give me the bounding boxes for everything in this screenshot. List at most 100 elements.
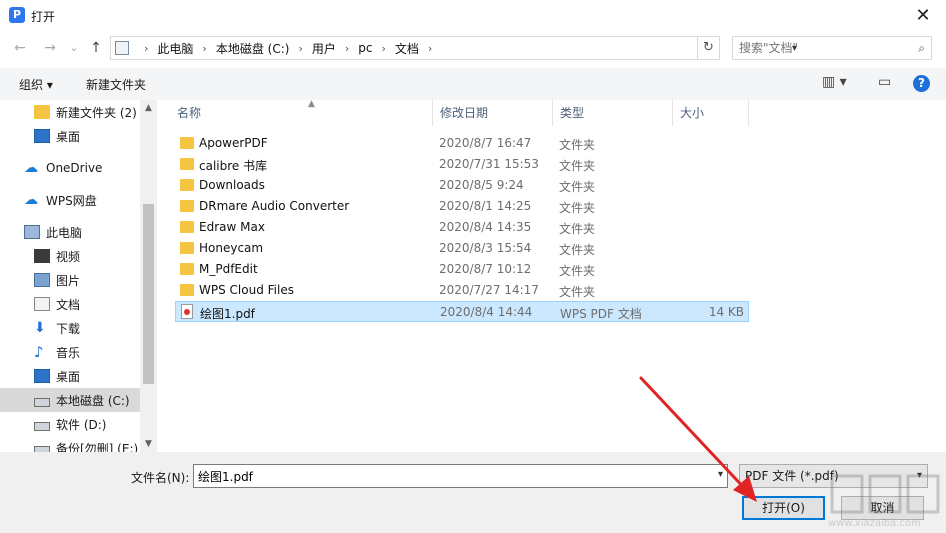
chevron-right-icon: › — [344, 41, 350, 55]
table-row[interactable]: Edraw Max 2020/8/4 14:35 文件夹 — [175, 217, 749, 238]
table-row[interactable]: DRmare Audio Converter 2020/8/1 14:25 文件… — [175, 196, 749, 217]
table-row[interactable]: calibre 书库 2020/7/31 15:53 文件夹 — [175, 154, 749, 175]
desktop-icon — [34, 369, 50, 383]
sidebar-item-this-pc[interactable]: 此电脑 — [0, 220, 140, 244]
column-header-date[interactable]: 修改日期 — [433, 100, 553, 126]
address-bar[interactable]: › 此电脑 › 本地磁盘 (C:) › 用户 › pc › 文档 › ▾ — [110, 36, 797, 60]
sidebar-item-label: 备份[勿删] (E:) — [56, 441, 139, 453]
sidebar-item-documents[interactable]: 文档 — [0, 292, 140, 316]
filename-field[interactable] — [194, 465, 704, 487]
search-input[interactable] — [733, 37, 903, 59]
folder-icon — [180, 137, 194, 149]
filename-combobox: ▾ — [193, 464, 728, 488]
sidebar-item-new-folder-2[interactable]: 新建文件夹 (2) — [0, 100, 140, 124]
new-folder-button[interactable]: 新建文件夹 — [86, 76, 146, 93]
back-button[interactable]: ← — [10, 38, 30, 58]
breadcrumb-this-pc[interactable]: 此电脑 — [157, 40, 193, 57]
scroll-down-icon[interactable]: ▼ — [140, 439, 157, 449]
sidebar-item-label: 新建文件夹 (2) — [56, 105, 137, 120]
sidebar-item-pictures[interactable]: 图片 — [0, 268, 140, 292]
change-view-button[interactable]: ▥ ▾ — [822, 74, 847, 90]
sidebar-item-desktop-2[interactable]: 桌面 — [0, 364, 140, 388]
chevron-right-icon: › — [202, 41, 207, 55]
table-row[interactable]: ApowerPDF 2020/8/7 16:47 文件夹 — [175, 133, 749, 154]
column-header-size[interactable]: 大小 — [673, 100, 749, 126]
command-bar: 组织 ▾ 新建文件夹 ▥ ▾ ▭ ? — [0, 68, 946, 100]
desktop-icon — [34, 129, 50, 143]
scroll-up-icon[interactable]: ▲ — [140, 103, 157, 113]
cloud-icon: ☁ — [24, 160, 38, 176]
folder-icon — [180, 263, 194, 275]
sidebar-item-desktop[interactable]: 桌面 — [0, 124, 140, 148]
folder-icon — [180, 284, 194, 296]
column-header-type[interactable]: 类型 — [553, 100, 673, 126]
table-row[interactable]: WPS Cloud Files 2020/7/27 14:17 文件夹 — [175, 280, 749, 301]
table-row[interactable]: M_PdfEdit 2020/8/7 10:12 文件夹 — [175, 259, 749, 280]
drive-icon — [34, 421, 50, 431]
sidebar-item-label: 音乐 — [56, 345, 81, 360]
scrollbar-thumb[interactable] — [143, 204, 154, 384]
folder-icon — [180, 221, 194, 233]
sidebar-item-drive-d[interactable]: 软件 (D:) — [0, 412, 140, 436]
refresh-button[interactable]: ↻ — [698, 36, 720, 60]
chevron-right-icon: › — [298, 41, 303, 55]
navigation-bar: ← → ⌄ ↑ › 此电脑 › 本地磁盘 (C:) › 用户 › pc › 文档… — [0, 34, 946, 62]
close-button[interactable]: ✕ — [900, 0, 946, 32]
forward-button[interactable]: → — [40, 38, 60, 58]
sidebar-item-videos[interactable]: 视频 — [0, 244, 140, 268]
table-row[interactable]: Downloads 2020/8/5 9:24 文件夹 — [175, 175, 749, 196]
help-button[interactable]: ? — [913, 75, 930, 92]
search-box: ⌕ — [732, 36, 932, 60]
sidebar-item-music[interactable]: ♪ 音乐 — [0, 340, 140, 364]
chevron-right-icon: › — [427, 41, 433, 55]
column-header-name[interactable]: ▲ 名称 — [170, 99, 433, 126]
pdf-file-icon — [181, 304, 193, 319]
breadcrumb-pc[interactable]: pc — [358, 41, 372, 55]
wps-app-icon: P — [9, 7, 25, 23]
sidebar-item-local-disk-c[interactable]: 本地磁盘 (C:) — [0, 388, 140, 412]
chevron-right-icon: › — [144, 41, 149, 55]
window-title: 打开 — [31, 10, 56, 24]
sidebar-item-label: OneDrive — [46, 161, 103, 175]
sidebar-item-label: 文档 — [56, 297, 81, 312]
watermark-url: www.xiazaiba.com — [828, 518, 921, 529]
music-icon: ♪ — [34, 343, 44, 361]
document-icon — [34, 297, 50, 311]
up-button[interactable]: ↑ — [86, 38, 106, 58]
breadcrumb: › 此电脑 › 本地磁盘 (C:) › 用户 › pc › 文档 › — [135, 37, 441, 59]
sidebar-item-label: 图片 — [56, 273, 81, 288]
video-icon — [34, 249, 50, 263]
sidebar-item-wps-cloud[interactable]: ☁ WPS网盘 — [0, 188, 140, 212]
wps-cloud-icon: ☁ — [24, 192, 38, 208]
sidebar-item-downloads[interactable]: ⬇ 下载 — [0, 316, 140, 340]
watermark: www.xiazaiba.com — [828, 470, 946, 533]
sidebar-item-label: 本地磁盘 (C:) — [56, 393, 130, 408]
sidebar-item-label: WPS网盘 — [46, 193, 97, 208]
sidebar-item-drive-e[interactable]: 备份[勿删] (E:) — [0, 436, 140, 452]
sidebar-item-label: 此电脑 — [46, 225, 83, 240]
open-button[interactable]: 打开(O) — [742, 496, 825, 520]
folder-icon — [180, 200, 194, 212]
recent-locations-button[interactable]: ⌄ — [64, 38, 84, 58]
watermark-logo-icon — [830, 474, 940, 514]
search-icon[interactable]: ⌕ — [918, 41, 925, 56]
organize-button[interactable]: 组织 ▾ — [19, 76, 53, 93]
breadcrumb-documents[interactable]: 文档 — [395, 40, 419, 57]
sort-ascending-icon: ▲ — [308, 99, 315, 109]
chevron-right-icon: › — [381, 41, 386, 55]
sidebar-item-label: 下载 — [56, 321, 81, 336]
file-list: ▲ 名称 修改日期 类型 大小 ApowerPDF 2020/8/7 16:47… — [160, 99, 946, 452]
filetype-value: PDF 文件 (*.pdf) — [745, 469, 839, 483]
table-row-selected[interactable]: 绘图1.pdf 2020/8/4 14:44 WPS PDF 文档 14 KB — [175, 301, 749, 322]
folder-icon — [180, 242, 194, 254]
breadcrumb-users[interactable]: 用户 — [312, 40, 336, 57]
folder-icon — [180, 158, 194, 170]
chevron-down-icon[interactable]: ▾ — [718, 469, 723, 480]
breadcrumb-local-disk[interactable]: 本地磁盘 (C:) — [216, 40, 290, 57]
preview-pane-button[interactable]: ▭ — [878, 74, 891, 90]
sidebar-item-onedrive[interactable]: ☁ OneDrive — [0, 156, 140, 180]
sidebar-scrollbar[interactable]: ▲ ▼ — [140, 100, 157, 452]
title-bar: P 打开 ✕ — [0, 0, 946, 32]
table-row[interactable]: Honeycam 2020/8/3 15:54 文件夹 — [175, 238, 749, 259]
navigation-pane: 新建文件夹 (2) 桌面 ☁ OneDrive ☁ WPS网盘 此电脑 视频 图… — [0, 100, 158, 452]
